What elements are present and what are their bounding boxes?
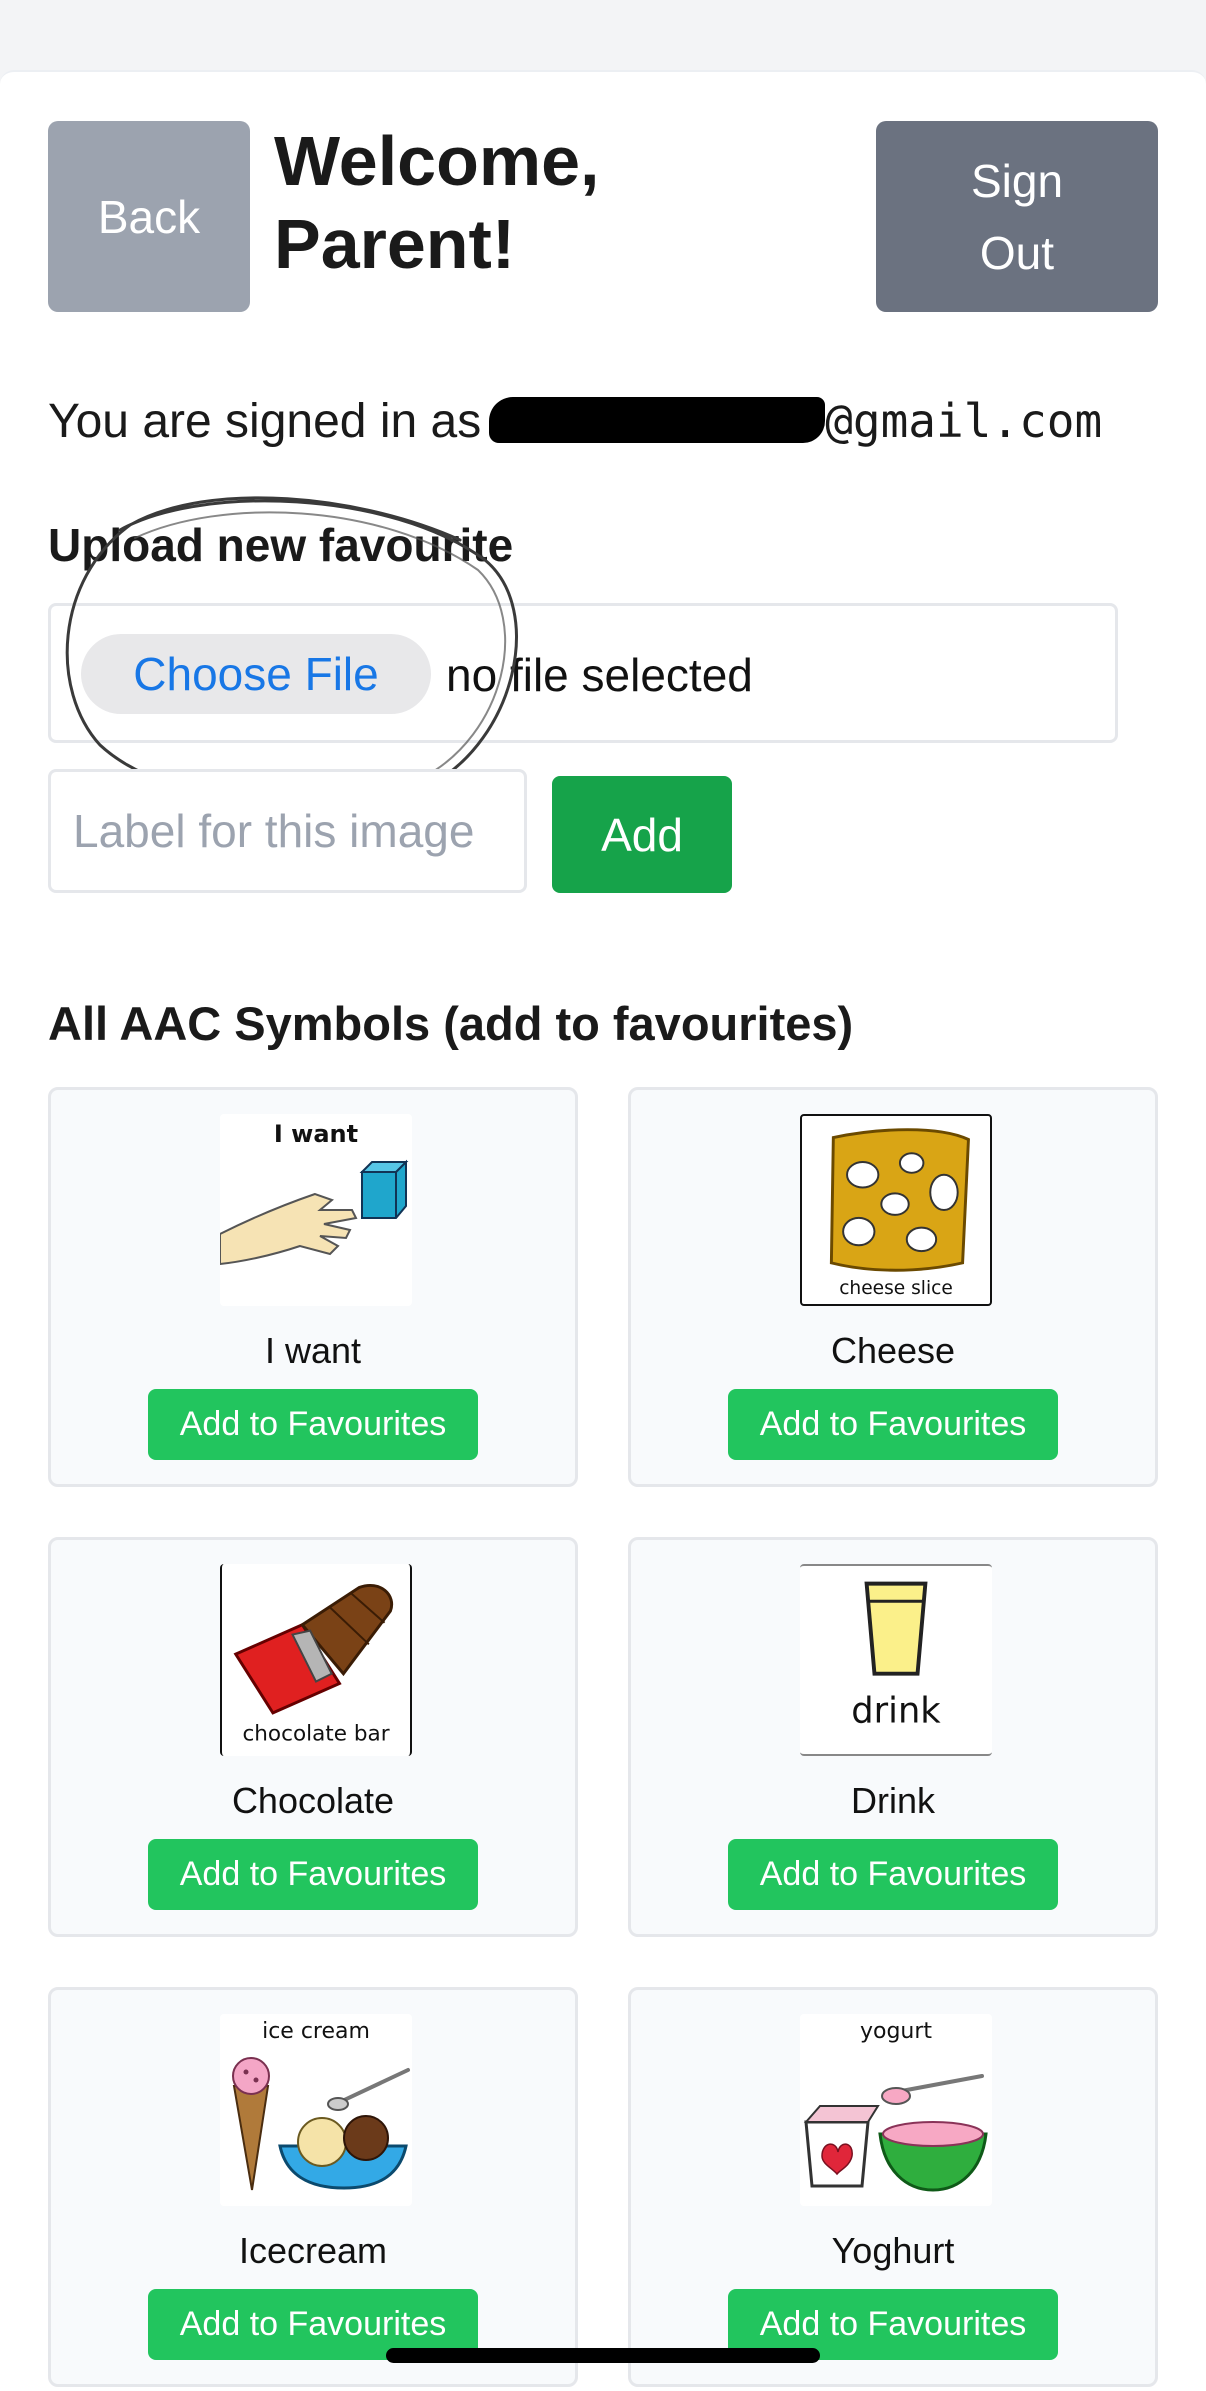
symbol-caption: ice cream [262,2019,370,2044]
symbol-card-i-want: I want I want Add to Favourites [48,1087,578,1487]
i-want-icon: I want [220,1114,412,1306]
symbol-label: Cheese [830,1330,956,1371]
redacted-email-mark [489,397,826,443]
symbol-label: Yoghurt [831,2230,955,2271]
drink-icon: drink [800,1564,992,1756]
symbol-card-drink: drink Drink Add to Favourites [628,1537,1158,1937]
symbol-caption: I want [274,1120,358,1148]
symbol-card-icecream: ice cream Icecream Add to Favourites [48,1987,578,2387]
home-indicator [386,2348,820,2363]
add-to-favourites-button[interactable]: Add to Favourites [728,1389,1058,1460]
page-title: Welcome, Parent! [274,122,600,283]
add-to-favourites-button[interactable]: Add to Favourites [148,1389,478,1460]
signed-in-prefix: You are signed in as [48,395,482,448]
symbol-label: Drink [850,1780,935,1821]
symbols-section-title: All AAC Symbols (add to favourites) [48,997,854,1050]
symbol-caption: cheese slice [839,1278,953,1299]
symbol-card-yoghurt: yogurt Yoghurt Add to Favourites [628,1987,1158,2387]
symbol-label: Icecream [238,2230,388,2271]
cheese-icon: cheese slice [800,1114,992,1306]
add-to-favourites-button[interactable]: Add to Favourites [728,1839,1058,1910]
sign-out-button[interactable]: Sign Out [876,121,1158,312]
back-button[interactable]: Back [48,121,250,312]
hand-drawn-circle-annotation [65,496,518,807]
image-label-input[interactable] [48,769,527,893]
symbol-caption: yogurt [860,2019,932,2044]
chocolate-icon: chocolate bar [220,1564,412,1756]
symbol-caption: chocolate bar [242,1721,389,1746]
yogurt-icon: yogurt [800,2014,992,2206]
signed-in-line: You are signed in as @gmail.com [48,394,1102,449]
add-button[interactable]: Add [552,776,732,893]
symbol-card-cheese: cheese slice Cheese Add to Favourites [628,1087,1158,1487]
symbol-label: Chocolate [231,1780,395,1821]
symbol-caption: drink [851,1691,941,1732]
email-domain: @gmail.com [825,394,1103,448]
icecream-icon: ice cream [220,2014,412,2206]
symbol-label: I want [264,1330,362,1371]
symbol-card-chocolate: chocolate bar Chocolate Add to Favourite… [48,1537,578,1937]
add-to-favourites-button[interactable]: Add to Favourites [148,1839,478,1910]
